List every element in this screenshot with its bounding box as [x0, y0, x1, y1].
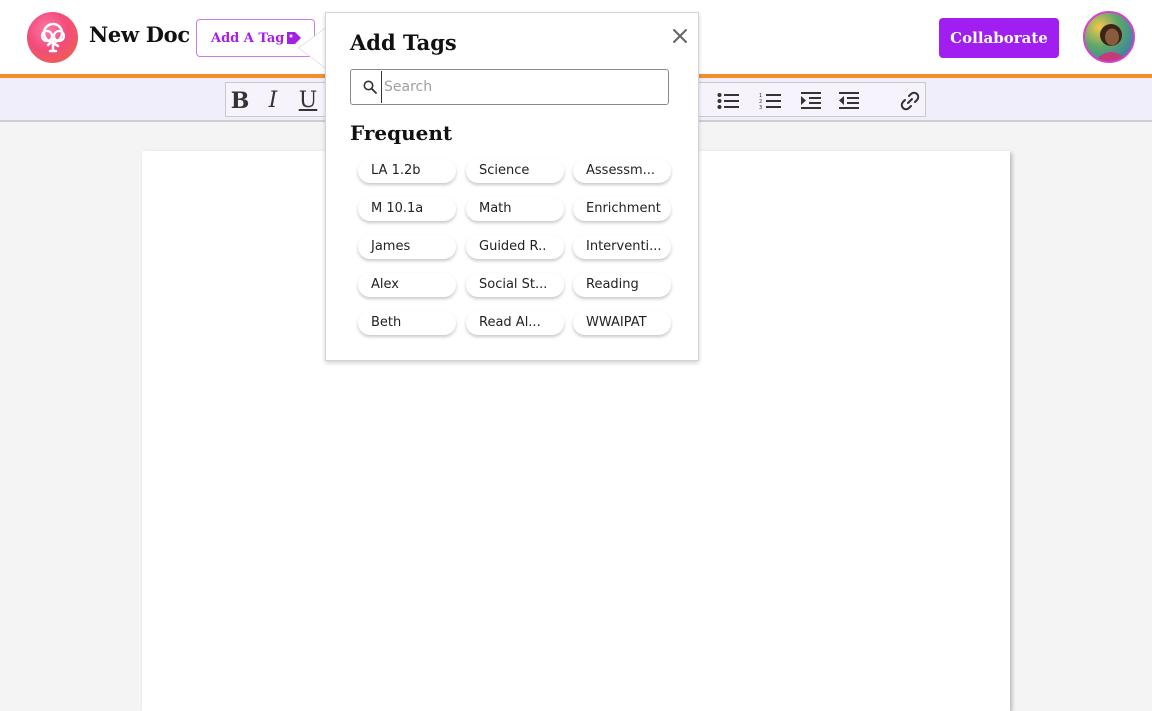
add-tag-button[interactable]: Add A Tag — [196, 19, 315, 57]
tag-chip[interactable]: LA 1.2b — [358, 159, 456, 183]
add-tags-popover: Add Tags Frequent LA 1.2b Science Assess… — [325, 12, 699, 361]
indent-icon — [801, 91, 821, 109]
tag-chip[interactable]: Interventi... — [573, 235, 671, 259]
tag-chip[interactable]: Assessm... — [573, 159, 671, 183]
popover-pointer — [299, 28, 326, 68]
tag-chip[interactable]: Reading — [573, 273, 671, 297]
tag-chip[interactable]: M 10.1a — [358, 197, 456, 221]
bullet-list-icon — [717, 92, 739, 109]
bold-button[interactable]: B — [228, 83, 252, 118]
tag-search-input[interactable] — [381, 71, 664, 103]
outdent-button[interactable] — [836, 83, 862, 118]
collaborate-button[interactable]: Collaborate — [939, 18, 1059, 58]
svg-text:3: 3 — [759, 105, 762, 110]
close-icon — [673, 29, 687, 43]
document-title: New Doc — [89, 22, 190, 47]
underline-button[interactable]: U — [296, 83, 320, 118]
link-icon — [900, 91, 920, 110]
numbered-list-button[interactable]: 1 2 3 — [757, 83, 783, 118]
tag-chip[interactable]: James — [358, 235, 456, 259]
tag-search-box[interactable] — [350, 69, 669, 105]
popover-title: Add Tags — [350, 30, 457, 55]
link-button[interactable] — [897, 83, 923, 118]
tag-chip[interactable]: Enrichment — [573, 197, 671, 221]
tag-chip[interactable]: Alex — [358, 273, 456, 297]
tag-chip[interactable]: WWAIPAT — [573, 311, 671, 335]
bullet-list-button[interactable] — [715, 83, 741, 118]
tag-chip[interactable]: Math — [466, 197, 564, 221]
indent-button[interactable] — [798, 83, 824, 118]
close-button[interactable] — [669, 25, 691, 47]
italic-button[interactable]: I — [261, 83, 285, 118]
underline-label: U — [298, 88, 318, 113]
bold-label: B — [230, 87, 250, 114]
outdent-icon — [839, 91, 859, 109]
search-icon — [363, 79, 377, 98]
add-tag-label: Add A Tag — [211, 31, 285, 46]
frequent-section-title: Frequent — [350, 121, 453, 145]
italic-label: I — [268, 88, 278, 113]
tag-chip[interactable]: Read Al... — [466, 311, 564, 335]
numbered-list-icon: 1 2 3 — [759, 93, 781, 110]
tag-chip[interactable]: Science — [466, 159, 564, 183]
tag-chip[interactable]: Guided R.. — [466, 235, 564, 259]
tag-chip[interactable]: Beth — [358, 311, 456, 335]
tag-chip[interactable]: Social St... — [466, 273, 564, 297]
tree-logo-icon[interactable] — [27, 12, 78, 63]
user-avatar[interactable] — [1083, 11, 1135, 63]
